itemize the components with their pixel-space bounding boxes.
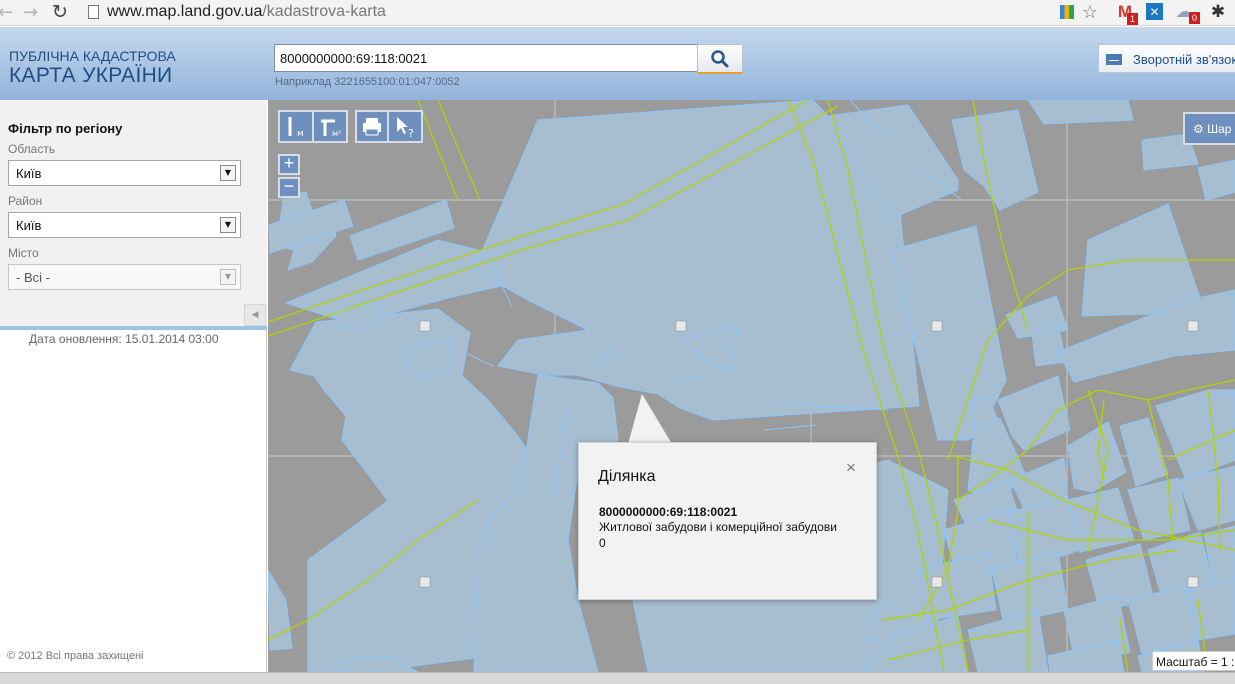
zoom-out-button[interactable]: − — [278, 177, 300, 198]
layers-label: Шар — [1207, 122, 1232, 136]
reload-button[interactable]: ↻ — [52, 1, 68, 23]
sidebar: Фільтр по регіону Область Київ ▼ Район К… — [0, 100, 267, 684]
update-date: Дата оновлення: 15.01.2014 03:00 — [29, 332, 219, 346]
city-value: - Всі - — [16, 270, 50, 285]
sidebar-divider — [0, 326, 267, 330]
bug-extension-icon[interactable]: ✱ — [1209, 3, 1227, 21]
area-icon: м² — [321, 119, 341, 138]
cadastral-search-input[interactable]: 8000000000:69:118:0021 — [274, 44, 698, 72]
map-scale: Масштаб = 1 : — [1152, 651, 1235, 671]
print-icon — [363, 118, 381, 136]
cadastral-map[interactable]: м м² ? + − ⚙ Шар Ділянка × 8000000000:69… — [268, 100, 1235, 672]
search-icon — [711, 50, 729, 68]
copyright-text: © 2012 Всі права захищені — [7, 650, 144, 662]
search-example: Наприклад 3221655100:01:047:0052 — [275, 76, 460, 88]
search-button[interactable] — [697, 44, 743, 74]
back-button[interactable]: ← — [0, 2, 13, 23]
svg-text:м: м — [297, 129, 304, 139]
region-filter: Фільтр по регіону Область Київ ▼ Район К… — [0, 100, 267, 328]
chevron-down-icon[interactable]: ▼ — [220, 165, 236, 181]
parcel-area: 0 — [599, 536, 606, 550]
popup-title: Ділянка — [598, 468, 656, 485]
collapse-sidebar-button[interactable]: ◀ — [244, 304, 266, 326]
svg-text:?: ? — [408, 127, 414, 140]
shield-extension-icon[interactable]: ✕ — [1146, 3, 1163, 20]
chevron-down-icon[interactable]: ▼ — [220, 217, 236, 233]
chevron-down-icon[interactable]: ▼ — [220, 269, 236, 285]
address-bar[interactable]: www.map.land.gov.ua/kadastrova-karta — [107, 3, 386, 21]
feedback-label: Зворотній зв'язок — [1133, 52, 1235, 67]
layers-button[interactable]: ⚙ Шар — [1183, 112, 1235, 145]
parcel-popup: Ділянка × 8000000000:69:118:0021 Житлово… — [578, 442, 877, 600]
mail-icon — [1106, 54, 1122, 65]
region-value: Київ — [16, 166, 42, 181]
bookmark-star-icon[interactable]: ☆ — [1081, 3, 1099, 21]
zoom-in-button[interactable]: + — [278, 154, 300, 175]
logo-line-1: ПУБЛІЧНА КАДАСТРОВА — [9, 48, 176, 64]
district-select[interactable]: Київ ▼ — [8, 212, 241, 238]
logo-line-2: КАРТА УКРАЇНИ — [9, 64, 173, 87]
region-label: Область — [8, 142, 56, 156]
close-icon[interactable]: × — [846, 458, 856, 478]
gear-icon: ⚙ — [1193, 122, 1204, 136]
browser-status-bar — [0, 672, 1235, 684]
ruler-icon: м — [288, 117, 304, 139]
filter-title: Фільтр по регіону — [8, 121, 123, 136]
city-label: Місто — [8, 246, 39, 260]
forward-button[interactable]: → — [23, 2, 38, 23]
district-label: Район — [8, 194, 43, 208]
page-icon — [88, 5, 99, 19]
popup-pointer — [628, 394, 672, 444]
url-host: www.map.land.gov.ua — [107, 3, 263, 20]
region-select[interactable]: Київ ▼ — [8, 160, 241, 186]
url-path: /kadastrova-karta — [262, 3, 386, 20]
identify-button[interactable]: ? — [387, 110, 423, 143]
browser-toolbar: ← → ↻ www.map.land.gov.ua/kadastrova-kar… — [0, 0, 1235, 26]
district-value: Київ — [16, 218, 42, 233]
site-header: ПУБЛІЧНА КАДАСТРОВА КАРТА УКРАЇНИ 800000… — [0, 27, 1235, 100]
city-select[interactable]: - Всі - ▼ — [8, 264, 241, 290]
info-cursor-icon: ? — [397, 117, 414, 140]
parcel-purpose: Житлової забудови і комерційної забудови — [599, 520, 837, 534]
measure-area-button[interactable]: м² — [312, 110, 348, 143]
print-button[interactable] — [355, 110, 389, 143]
extension-icon[interactable] — [1060, 5, 1074, 19]
weather-badge: 0 — [1189, 12, 1200, 24]
gmail-badge: 1 — [1127, 13, 1138, 25]
parcel-cadastral-number: 8000000000:69:118:0021 — [599, 505, 738, 519]
measure-distance-button[interactable]: м — [278, 110, 314, 143]
svg-text:м²: м² — [332, 129, 341, 138]
